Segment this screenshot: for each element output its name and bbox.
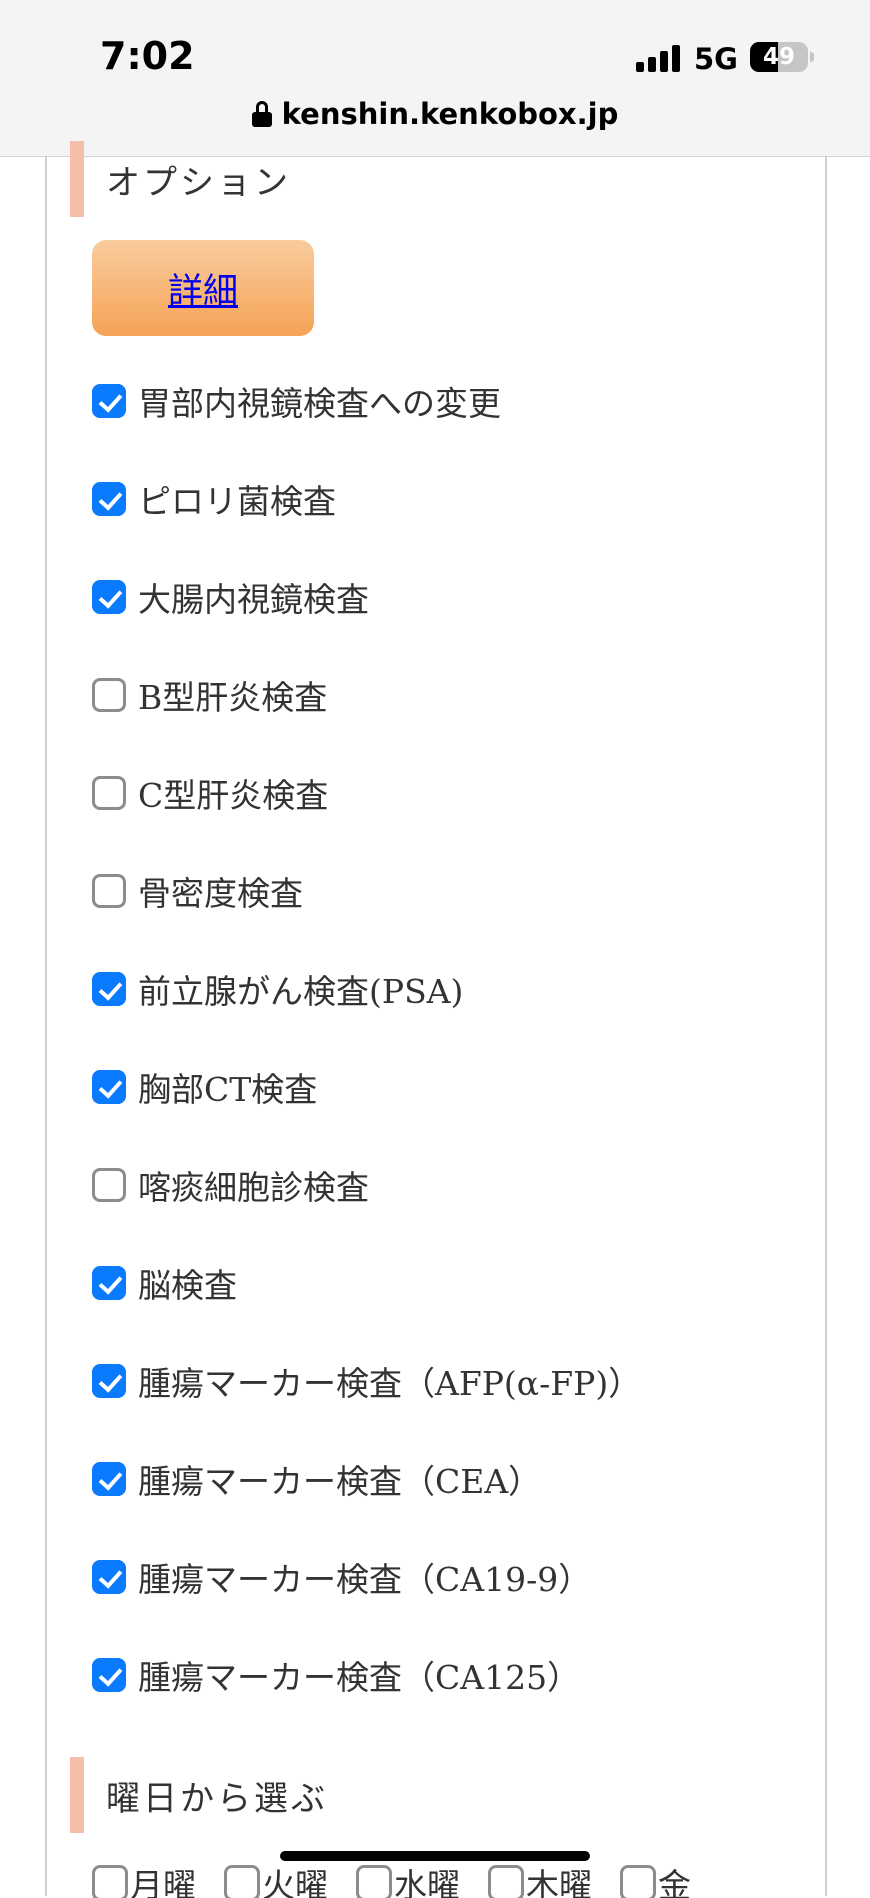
option-checkbox[interactable]	[92, 1462, 126, 1496]
option-label: 喀痰細胞診検査	[138, 1168, 369, 1207]
option-checkbox[interactable]	[92, 1364, 126, 1398]
option-list: 胃部内視鏡検査への変更 ピロリ菌検査 大腸内視鏡検査 B型肝炎検査 C型肝炎検査 骨密度検…	[92, 352, 812, 1724]
option-row[interactable]: 大腸内視鏡検査	[92, 548, 812, 646]
lock-icon	[251, 101, 272, 127]
option-checkbox[interactable]	[92, 384, 126, 418]
option-label: 脳検査	[138, 1266, 237, 1305]
option-row[interactable]: 腫瘍マーカー検査（CEA）	[92, 1430, 812, 1528]
option-checkbox[interactable]	[92, 580, 126, 614]
option-checkbox[interactable]	[92, 1658, 126, 1692]
option-checkbox[interactable]	[92, 678, 126, 712]
weekday-option[interactable]: 月曜	[92, 1858, 196, 1898]
option-checkbox[interactable]	[92, 874, 126, 908]
option-row[interactable]: 腫瘍マーカー検査（CA125）	[92, 1626, 812, 1724]
option-row[interactable]: ピロリ菌検査	[92, 450, 812, 548]
weekday-label: 金	[658, 1866, 691, 1898]
weekday-option[interactable]: 水曜	[356, 1858, 460, 1898]
weekday-label: 月曜	[130, 1866, 196, 1898]
option-row[interactable]: 腫瘍マーカー検査（CA19-9）	[92, 1528, 812, 1626]
network-type: 5G	[694, 42, 738, 76]
option-label: 前立腺がん検査(PSA)	[138, 972, 464, 1011]
option-label: 大腸内視鏡検査	[138, 580, 369, 619]
option-label: 腫瘍マーカー検査（CA19-9）	[138, 1560, 592, 1599]
option-label: 骨密度検査	[138, 874, 303, 913]
option-checkbox[interactable]	[92, 1070, 126, 1104]
option-label: 腫瘍マーカー検査（CA125）	[138, 1658, 581, 1697]
option-row[interactable]: 胃部内視鏡検査への変更	[92, 352, 812, 450]
option-checkbox[interactable]	[92, 1266, 126, 1300]
url-text: kenshin.kenkobox.jp	[281, 97, 619, 131]
option-label: 腫瘍マーカー検査（CEA）	[138, 1462, 542, 1501]
status-bar: 7:02 5G 49 kenshin.kenkobox.jp	[0, 0, 870, 157]
weekday-label: 火曜	[262, 1866, 328, 1898]
option-row[interactable]: 腫瘍マーカー検査（AFP(α-FP)）	[92, 1332, 812, 1430]
home-indicator	[280, 1851, 590, 1861]
option-checkbox[interactable]	[92, 1168, 126, 1202]
option-label: C型肝炎検査	[138, 776, 329, 815]
battery-percent: 49	[762, 44, 795, 70]
option-label: 胸部CT検査	[138, 1070, 318, 1109]
detail-button[interactable]: 詳細	[92, 240, 314, 336]
option-row[interactable]: B型肝炎検査	[92, 646, 812, 744]
battery-tip	[810, 52, 814, 62]
option-label: B型肝炎検査	[138, 678, 328, 717]
option-checkbox[interactable]	[92, 482, 126, 516]
weekday-label: 水曜	[394, 1866, 460, 1898]
signal-strength-icon	[636, 44, 682, 72]
weekday-option[interactable]: 木曜	[488, 1858, 592, 1898]
option-label: 胃部内視鏡検査への変更	[138, 384, 501, 423]
weekday-option[interactable]: 火曜	[224, 1858, 328, 1898]
status-time: 7:02	[100, 34, 195, 78]
option-row[interactable]: 胸部CT検査	[92, 1038, 812, 1136]
option-row[interactable]: 喀痰細胞診検査	[92, 1136, 812, 1234]
option-checkbox[interactable]	[92, 1560, 126, 1594]
option-label: ピロリ菌検査	[138, 482, 336, 521]
weekday-option[interactable]: 金	[620, 1858, 691, 1898]
option-row[interactable]: 前立腺がん検査(PSA)	[92, 940, 812, 1038]
weekday-row: 月曜 火曜 水曜 木曜 金	[92, 1858, 822, 1898]
option-row[interactable]: C型肝炎検査	[92, 744, 812, 842]
battery-icon: 49	[750, 42, 808, 72]
options-heading: オプション	[70, 141, 291, 217]
option-row[interactable]: 脳検査	[92, 1234, 812, 1332]
detail-link[interactable]: 詳細	[168, 263, 238, 314]
option-checkbox[interactable]	[92, 972, 126, 1006]
weekday-label: 木曜	[526, 1866, 592, 1898]
option-row[interactable]: 骨密度検査	[92, 842, 812, 940]
weekday-heading: 曜日から選ぶ	[70, 1757, 328, 1833]
option-checkbox[interactable]	[92, 776, 126, 810]
address-bar[interactable]: kenshin.kenkobox.jp	[0, 94, 870, 134]
option-label: 腫瘍マーカー検査（AFP(α-FP)）	[138, 1364, 642, 1403]
